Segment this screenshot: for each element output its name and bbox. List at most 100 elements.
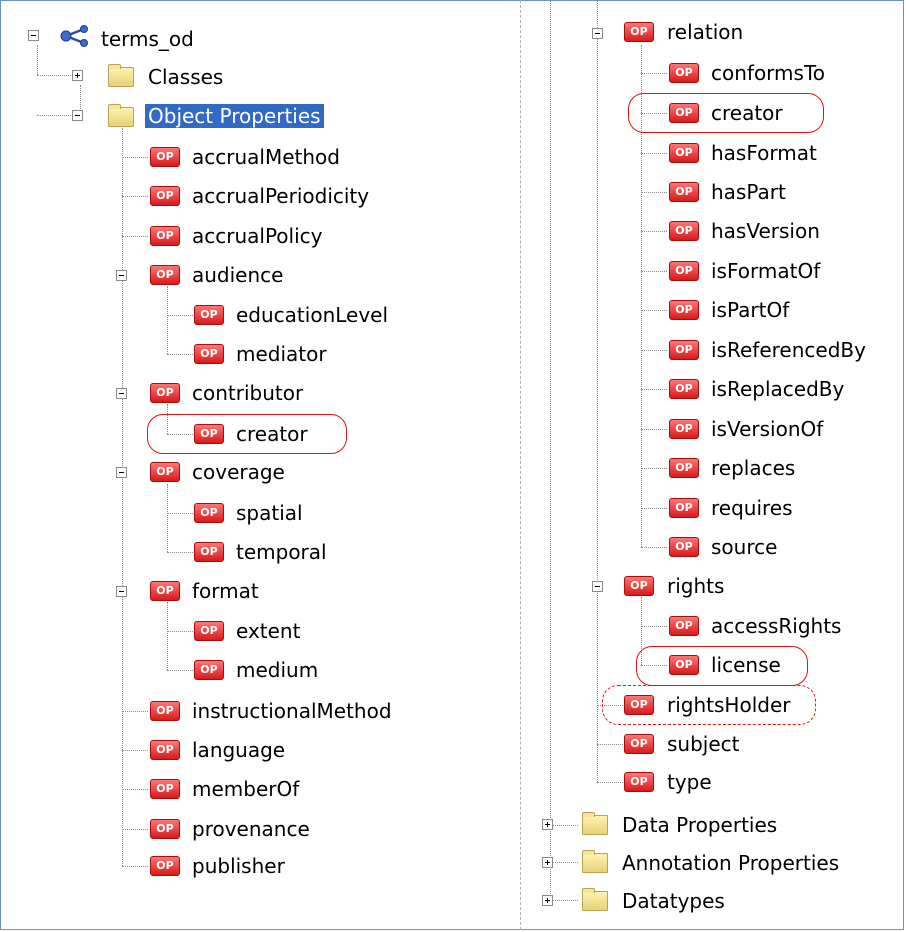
object-property-icon: OP <box>194 660 224 680</box>
object-property-icon: OP <box>669 458 699 478</box>
tree-node-instructionalMethod[interactable]: instructionalMethod <box>192 699 392 723</box>
tree-node-extent[interactable]: extent <box>236 619 300 643</box>
collapse-toggle[interactable] <box>116 270 127 281</box>
expand-toggle[interactable] <box>542 895 553 906</box>
tree-node-contributor[interactable]: contributor <box>192 381 303 405</box>
tree-line <box>641 192 667 193</box>
tree-node-memberOf[interactable]: memberOf <box>192 777 299 801</box>
tree-node-isReferencedBy[interactable]: isReferencedBy <box>711 338 866 362</box>
tree-node-educationLevel[interactable]: educationLevel <box>236 303 388 327</box>
tree-line <box>122 236 148 237</box>
tree-node-annotation-properties[interactable]: Annotation Properties <box>622 851 839 875</box>
tree-node-classes[interactable]: Classes <box>148 65 223 89</box>
tree-node-temporal[interactable]: temporal <box>236 540 327 564</box>
tree-line <box>641 73 667 74</box>
object-property-icon: OP <box>150 701 180 721</box>
tree-node-mediator[interactable]: mediator <box>236 342 327 366</box>
tree-node-source[interactable]: source <box>711 535 777 559</box>
object-property-icon: OP <box>150 383 180 403</box>
collapse-toggle[interactable] <box>116 467 127 478</box>
tree-node-provenance[interactable]: provenance <box>192 817 310 841</box>
tree-node-rights[interactable]: rights <box>667 574 724 598</box>
tree-node-spatial[interactable]: spatial <box>236 501 303 525</box>
object-property-icon: OP <box>624 734 654 754</box>
collapse-toggle[interactable] <box>592 581 603 592</box>
collapse-toggle[interactable] <box>72 110 83 121</box>
tree-node-requires[interactable]: requires <box>711 496 793 520</box>
object-property-icon: OP <box>194 344 224 364</box>
object-property-icon: OP <box>669 537 699 557</box>
tree-node-isFormatOf[interactable]: isFormatOf <box>711 259 820 283</box>
highlight-oval <box>147 414 347 454</box>
tree-node-accrualMethod[interactable]: accrualMethod <box>192 145 340 169</box>
tree-line <box>122 128 123 866</box>
tree-node-isPartOf[interactable]: isPartOf <box>711 298 789 322</box>
collapse-toggle[interactable] <box>592 28 603 39</box>
object-property-icon: OP <box>150 462 180 482</box>
tree-line <box>641 429 667 430</box>
tree-line <box>641 547 667 548</box>
tree-line <box>167 602 168 670</box>
tree-line <box>641 310 667 311</box>
tree-line <box>122 829 148 830</box>
column-divider <box>520 0 522 930</box>
tree-node-isVersionOf[interactable]: isVersionOf <box>711 417 823 441</box>
tree-node-accrualPolicy[interactable]: accrualPolicy <box>192 224 323 248</box>
tree-node-datatypes[interactable]: Datatypes <box>622 889 725 913</box>
ontology-root-label[interactable]: terms_od <box>101 27 194 51</box>
object-property-icon: OP <box>669 300 699 320</box>
tree-line <box>122 711 148 712</box>
object-property-icon: OP <box>150 226 180 246</box>
tree-node-subject[interactable]: subject <box>667 732 740 756</box>
tree-line <box>167 670 193 671</box>
tree-line <box>597 744 623 745</box>
object-property-icon: OP <box>150 147 180 167</box>
expand-toggle[interactable] <box>542 857 553 868</box>
object-property-icon: OP <box>669 221 699 241</box>
tree-node-format[interactable]: format <box>192 579 259 603</box>
tree-node-coverage[interactable]: coverage <box>192 460 285 484</box>
tree-line <box>641 350 667 351</box>
tree-node-hasPart[interactable]: hasPart <box>711 180 786 204</box>
tree-line <box>597 782 623 783</box>
collapse-toggle[interactable] <box>116 586 127 597</box>
tree-node-isReplacedBy[interactable]: isReplacedBy <box>711 377 844 401</box>
tree-node-hasFormat[interactable]: hasFormat <box>711 141 817 165</box>
object-property-icon: OP <box>669 63 699 83</box>
collapse-toggle[interactable] <box>116 388 127 399</box>
tree-node-publisher[interactable]: publisher <box>192 854 285 878</box>
tree-node-relation[interactable]: relation <box>667 20 743 44</box>
object-property-icon: OP <box>669 498 699 518</box>
tree-line <box>550 862 578 863</box>
tree-node-object-properties[interactable]: Object Properties <box>145 104 324 128</box>
tree-line <box>122 157 148 158</box>
tree-line <box>167 315 193 316</box>
object-property-icon: OP <box>624 22 654 42</box>
tree-line <box>167 631 193 632</box>
tree-node-hasVersion[interactable]: hasVersion <box>711 219 820 243</box>
tree-node-type[interactable]: type <box>667 770 712 794</box>
tree-node-audience[interactable]: audience <box>192 263 283 287</box>
folder-icon <box>108 64 134 87</box>
expand-toggle[interactable] <box>72 70 83 81</box>
tree-node-conformsTo[interactable]: conformsTo <box>711 61 825 85</box>
expand-toggle[interactable] <box>542 819 553 830</box>
object-property-icon: OP <box>669 379 699 399</box>
tree-line <box>597 0 598 782</box>
tree-node-accrualPeriodicity[interactable]: accrualPeriodicity <box>192 184 369 208</box>
highlight-oval <box>636 646 808 686</box>
tree-node-data-properties[interactable]: Data Properties <box>622 813 777 837</box>
tree-line <box>122 750 148 751</box>
tree-line <box>37 75 75 76</box>
collapse-toggle[interactable] <box>28 30 39 41</box>
folder-icon <box>582 812 608 835</box>
tree-line <box>641 508 667 509</box>
tree-node-replaces[interactable]: replaces <box>711 456 795 480</box>
tree-node-medium[interactable]: medium <box>236 658 318 682</box>
tree-line <box>122 789 148 790</box>
tree-line <box>550 900 578 901</box>
tree-node-language[interactable]: language <box>192 738 285 762</box>
ontology-icon <box>60 25 88 47</box>
tree-line <box>641 389 667 390</box>
tree-node-accessRights[interactable]: accessRights <box>711 614 841 638</box>
